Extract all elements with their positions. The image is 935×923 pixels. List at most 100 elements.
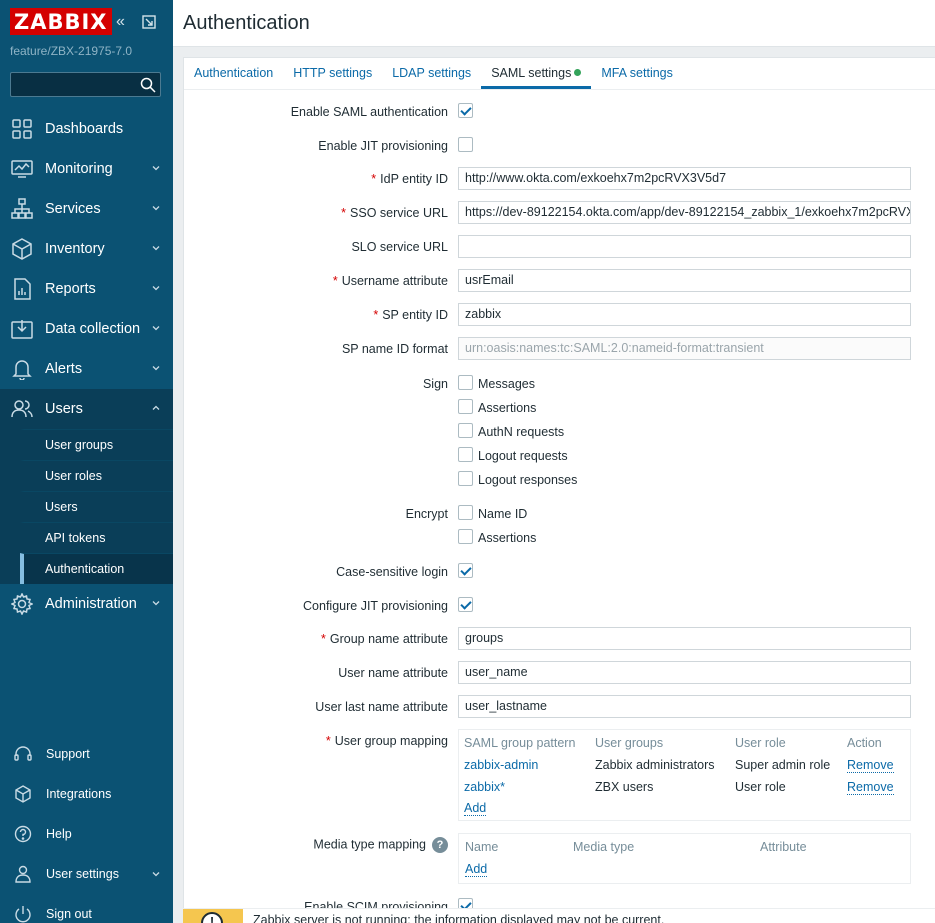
case-sensitive-checkbox[interactable] <box>458 563 473 578</box>
mapping-pattern-link[interactable]: zabbix-admin <box>464 758 538 772</box>
chevron-down-icon <box>152 366 160 371</box>
enable-saml-checkbox[interactable] <box>458 103 473 118</box>
field-label: Enable JIT provisioning <box>318 139 448 153</box>
tab-saml-settings[interactable]: SAML settings <box>481 58 592 89</box>
menu-label: User settings <box>46 867 119 881</box>
required-marker: * <box>341 206 347 220</box>
submenu-authentication[interactable]: Authentication <box>20 553 173 584</box>
menu-label: Support <box>46 747 90 761</box>
page-title: Authentication <box>183 12 310 34</box>
menu-data-collection[interactable]: Data collection <box>0 309 173 349</box>
chevron-down-icon <box>152 286 160 291</box>
sp-name-id-format-input[interactable]: urn:oasis:names:tc:SAML:2.0:nameid-forma… <box>458 337 911 360</box>
field-label: Encrypt <box>405 507 448 521</box>
slo-url-input[interactable] <box>458 235 911 258</box>
users-icon <box>10 397 34 421</box>
field-label: User last name attribute <box>315 700 448 714</box>
menu-label: Integrations <box>46 787 112 801</box>
idp-entity-id-input[interactable]: http://www.okta.com/exkoehx7m2pcRVX3V5d7 <box>458 167 911 190</box>
sidebar: ZABBIX « feature/ZBX-21975-7.0 Dashboard… <box>0 0 173 923</box>
mapping-user-role: Super admin role <box>735 758 831 772</box>
tab-ldap-settings[interactable]: LDAP settings <box>382 58 481 89</box>
menu-label: Services <box>45 201 101 217</box>
submenu-users[interactable]: Users <box>20 491 173 522</box>
menu-help[interactable]: Help <box>0 814 173 854</box>
menu-support[interactable]: Support <box>0 734 173 774</box>
enable-jit-checkbox[interactable] <box>458 137 473 152</box>
submenu-user-groups[interactable]: User groups <box>20 429 173 460</box>
checkbox-label: Logout requests <box>478 449 568 463</box>
column-header: Action <box>847 736 882 750</box>
field-label: SP name ID format <box>341 342 448 356</box>
menu-monitoring[interactable]: Monitoring <box>0 149 173 189</box>
sign-logout-requests-checkbox[interactable] <box>458 447 473 462</box>
menu-alerts[interactable]: Alerts <box>0 349 173 389</box>
username-attribute-input[interactable]: usrEmail <box>458 269 911 292</box>
tab-http-settings[interactable]: HTTP settings <box>283 58 382 89</box>
column-header: SAML group pattern <box>464 736 576 750</box>
collapse-sidebar-icon[interactable]: « <box>116 14 125 30</box>
add-user-group-mapping-button[interactable]: Add <box>464 801 487 816</box>
menu-label: Users <box>45 401 83 417</box>
warning-text: Zabbix server is not running: the inform… <box>253 913 665 923</box>
chevron-down-icon <box>152 246 160 251</box>
menu-users[interactable]: Users <box>0 389 173 429</box>
menu-services[interactable]: Services <box>0 189 173 229</box>
user-name-attribute-input[interactable]: user_name <box>458 661 911 684</box>
user-group-mapping-table: SAML group pattern User groups User role… <box>458 729 911 821</box>
submenu-api-tokens[interactable]: API tokens <box>20 522 173 553</box>
user-icon <box>12 863 34 885</box>
chevron-down-icon <box>152 601 160 606</box>
add-media-type-mapping-button[interactable]: Add <box>465 862 488 877</box>
sign-authn-requests-checkbox[interactable] <box>458 423 473 438</box>
column-header: User role <box>735 736 786 750</box>
sidebar-header: ZABBIX « feature/ZBX-21975-7.0 <box>0 0 173 100</box>
tab-authentication[interactable]: Authentication <box>184 58 283 89</box>
menu-sign-out[interactable]: Sign out <box>0 894 173 923</box>
tab-mfa-settings[interactable]: MFA settings <box>591 58 683 89</box>
required-marker: * <box>373 308 379 322</box>
sign-logout-responses-checkbox[interactable] <box>458 471 473 486</box>
group-name-attribute-input[interactable]: groups <box>458 627 911 650</box>
search-input[interactable] <box>10 72 161 97</box>
menu-integrations[interactable]: Integrations <box>0 774 173 814</box>
remove-mapping-button[interactable]: Remove <box>847 780 894 795</box>
chevron-down-icon <box>152 206 160 211</box>
settings-panel: Authentication HTTP settings LDAP settin… <box>183 57 935 923</box>
configure-jit-checkbox[interactable] <box>458 597 473 612</box>
menu-dashboards[interactable]: Dashboards <box>0 109 173 149</box>
chevron-down-icon <box>152 326 160 331</box>
checkbox-label: Logout responses <box>478 473 578 487</box>
media-type-mapping-table: Name Media type Attribute Add <box>458 833 911 884</box>
sign-assertions-checkbox[interactable] <box>458 399 473 414</box>
menu-inventory[interactable]: Inventory <box>0 229 173 269</box>
checkbox-label: Messages <box>478 377 535 391</box>
field-label: Case-sensitive login <box>336 565 448 579</box>
sign-messages-checkbox[interactable] <box>458 375 473 390</box>
mapping-user-groups: Zabbix administrators <box>595 758 715 772</box>
menu-user-settings[interactable]: User settings <box>0 854 173 894</box>
submenu-user-roles[interactable]: User roles <box>20 460 173 491</box>
user-lastname-attribute-input[interactable]: user_lastname <box>458 695 911 718</box>
menu-label: Dashboards <box>45 121 124 137</box>
required-marker: * <box>332 274 338 288</box>
menu-administration[interactable]: Administration <box>0 584 173 624</box>
sso-url-input[interactable]: https://dev-89122154.okta.com/app/dev-89… <box>458 201 911 224</box>
chevron-up-icon <box>152 405 160 410</box>
sidebar-bottom-menu: Support Integrations Help User settings … <box>0 734 173 923</box>
menu-reports[interactable]: Reports <box>0 269 173 309</box>
monitoring-icon <box>10 157 34 181</box>
reports-icon <box>10 277 34 301</box>
help-icon[interactable]: ? <box>432 837 448 853</box>
zabbix-logo[interactable]: ZABBIX <box>10 8 112 35</box>
search-icon[interactable] <box>140 77 156 93</box>
sp-entity-id-input[interactable]: zabbix <box>458 303 911 326</box>
remove-mapping-button[interactable]: Remove <box>847 758 894 773</box>
kiosk-mode-icon[interactable] <box>142 15 156 29</box>
encrypt-name-id-checkbox[interactable] <box>458 505 473 520</box>
label-text: Username attribute <box>341 274 448 288</box>
mapping-pattern-link[interactable]: zabbix* <box>464 780 505 794</box>
users-submenu: User groups User roles Users API tokens … <box>0 429 173 584</box>
encrypt-assertions-checkbox[interactable] <box>458 529 473 544</box>
field-label: * User group mapping <box>326 734 448 748</box>
